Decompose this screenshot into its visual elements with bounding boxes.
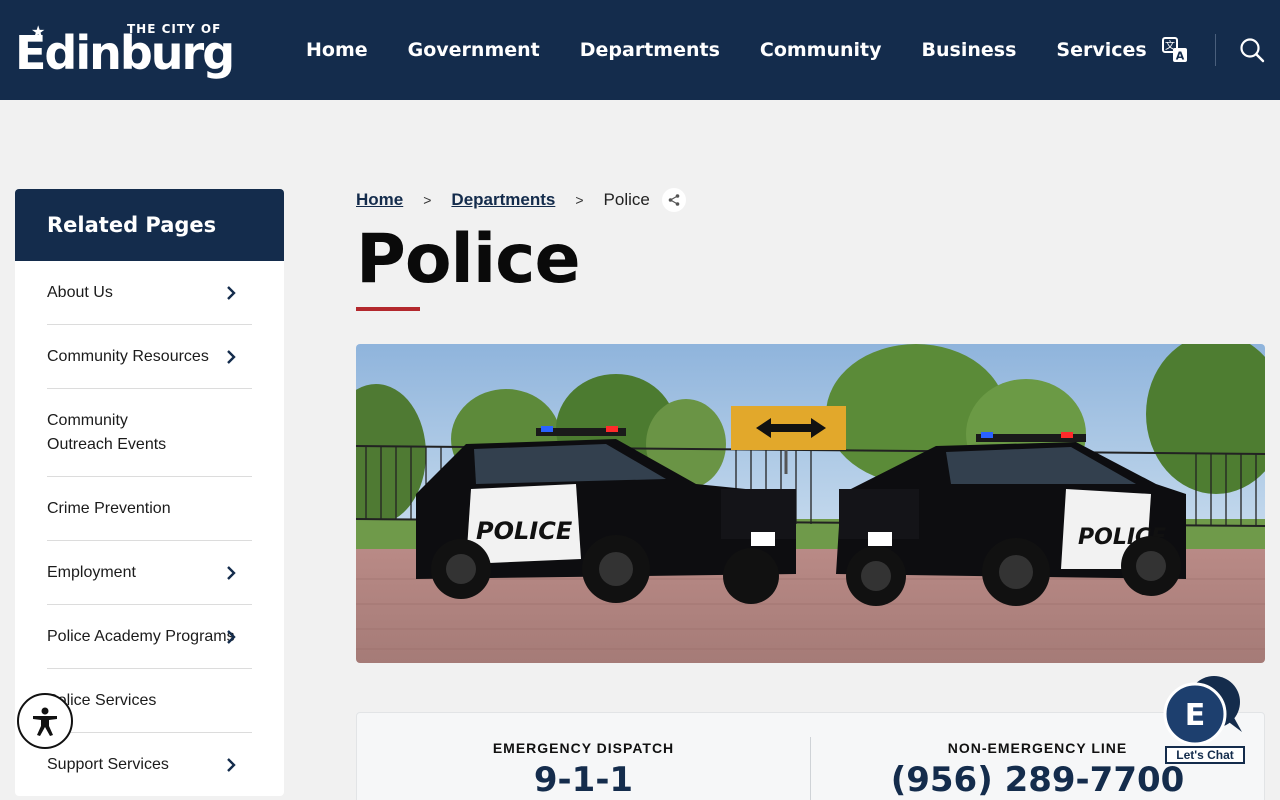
chevron-right-icon [227,758,236,772]
city-logo[interactable]: THE CITY OF ★ Edinburg [15,22,235,80]
chevron-right-icon [227,629,236,644]
emergency-number[interactable]: 9-1-1 [357,760,810,800]
sidebar-item-label: Crime Prevention [47,500,171,517]
svg-text:POLICE: POLICE [476,517,573,545]
nav-government[interactable]: Government [388,39,560,61]
emergency-label: EMERGENCY DISPATCH [492,740,675,756]
sidebar-item-about-us[interactable]: About Us [47,261,252,325]
site-header: THE CITY OF ★ Edinburg Home Government D… [0,0,1280,100]
breadcrumb-current: Police [603,190,650,209]
police-vehicles-illustration: POLICE POLICE [356,344,1265,663]
header-divider [1215,34,1216,66]
breadcrumb-home[interactable]: Home [356,190,403,210]
chat-icon: E [1163,676,1242,746]
logo-wordmark: Edinburg [15,26,235,80]
sidebar-item-support-services[interactable]: Support Services [47,733,252,796]
chevron-right-icon [227,349,236,364]
sidebar-item-label: Community Outreach Events [47,412,167,453]
accessibility-button[interactable] [17,693,73,749]
sidebar-item-crime-prevention[interactable]: Crime Prevention [47,477,252,541]
chevron-right-icon [227,285,236,300]
breadcrumb-separator: > [575,192,584,208]
sidebar-item-police-services[interactable]: Police Services [47,669,252,733]
nav-departments[interactable]: Departments [560,39,740,61]
nav-community[interactable]: Community [740,39,902,61]
sidebar-item-employment[interactable]: Employment [47,541,252,605]
sidebar-item-community-outreach-events[interactable]: Community Outreach Events [47,389,252,477]
title-underline [356,307,420,311]
page-title: Police [356,220,581,299]
chevron-right-icon [227,565,236,580]
non-emergency-number[interactable]: (956) 289-7700 [811,760,1264,800]
chat-widget[interactable]: E Let's Chat [1162,676,1248,766]
main-nav: Home Government Departments Community Bu… [286,0,1167,100]
contact-numbers-card: EMERGENCY DISPATCH 9-1-1 NON-EMERGENCY L… [356,712,1265,800]
nav-home[interactable]: Home [286,39,388,61]
share-icon[interactable] [661,188,686,212]
sidebar-item-community-resources[interactable]: Community Resources [47,325,252,389]
sidebar-item-label: Police Services [47,692,157,709]
accessibility-icon [33,707,57,736]
emergency-dispatch: EMERGENCY DISPATCH 9-1-1 [357,713,810,800]
breadcrumb: Home > Departments > Police [356,188,686,212]
nav-services[interactable]: Services [1036,39,1166,61]
sidebar-title: Related Pages [15,189,284,261]
breadcrumb-separator: > [423,192,432,208]
svg-text:E: E [1185,698,1206,733]
svg-text:A: A [1176,50,1185,63]
breadcrumb-departments[interactable]: Departments [451,190,555,210]
hero-image-police-vehicles: POLICE POLICE [356,344,1265,663]
sidebar-item-police-academy-programs[interactable]: Police Academy Programs [47,605,252,669]
translate-icon[interactable]: 文 A [1161,36,1189,64]
search-icon[interactable] [1238,36,1266,64]
nav-business[interactable]: Business [902,39,1037,61]
chat-label: Let's Chat [1165,746,1245,764]
